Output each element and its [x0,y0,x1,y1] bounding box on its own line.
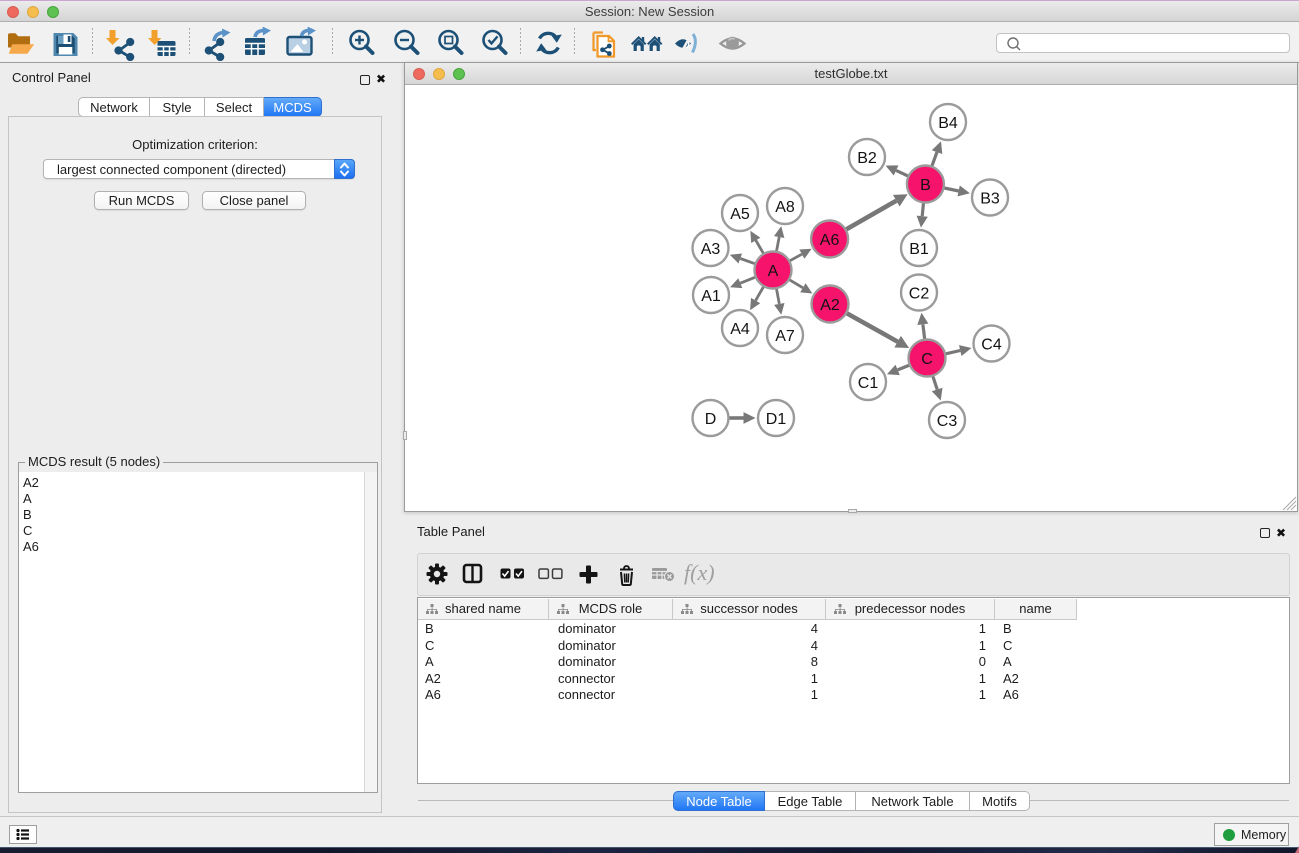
svg-text:A: A [768,263,779,280]
svg-text:A2: A2 [820,297,840,314]
svg-text:B4: B4 [938,115,958,132]
svg-text:A1: A1 [701,288,721,305]
svg-text:A7: A7 [775,328,795,345]
svg-text:C3: C3 [937,413,958,430]
svg-text:A6: A6 [820,232,840,249]
svg-text:D: D [705,411,717,428]
svg-text:C: C [921,351,933,368]
svg-text:B: B [920,177,931,194]
svg-text:C2: C2 [909,285,930,302]
svg-text:A4: A4 [730,321,750,338]
svg-text:A3: A3 [701,241,721,258]
svg-text:B1: B1 [909,241,929,258]
svg-text:B2: B2 [857,150,877,167]
svg-text:C1: C1 [858,375,879,392]
svg-text:D1: D1 [766,411,787,428]
svg-text:A8: A8 [775,199,795,216]
svg-text:A5: A5 [730,206,750,223]
svg-text:B3: B3 [980,190,1000,207]
svg-text:C4: C4 [981,336,1002,353]
